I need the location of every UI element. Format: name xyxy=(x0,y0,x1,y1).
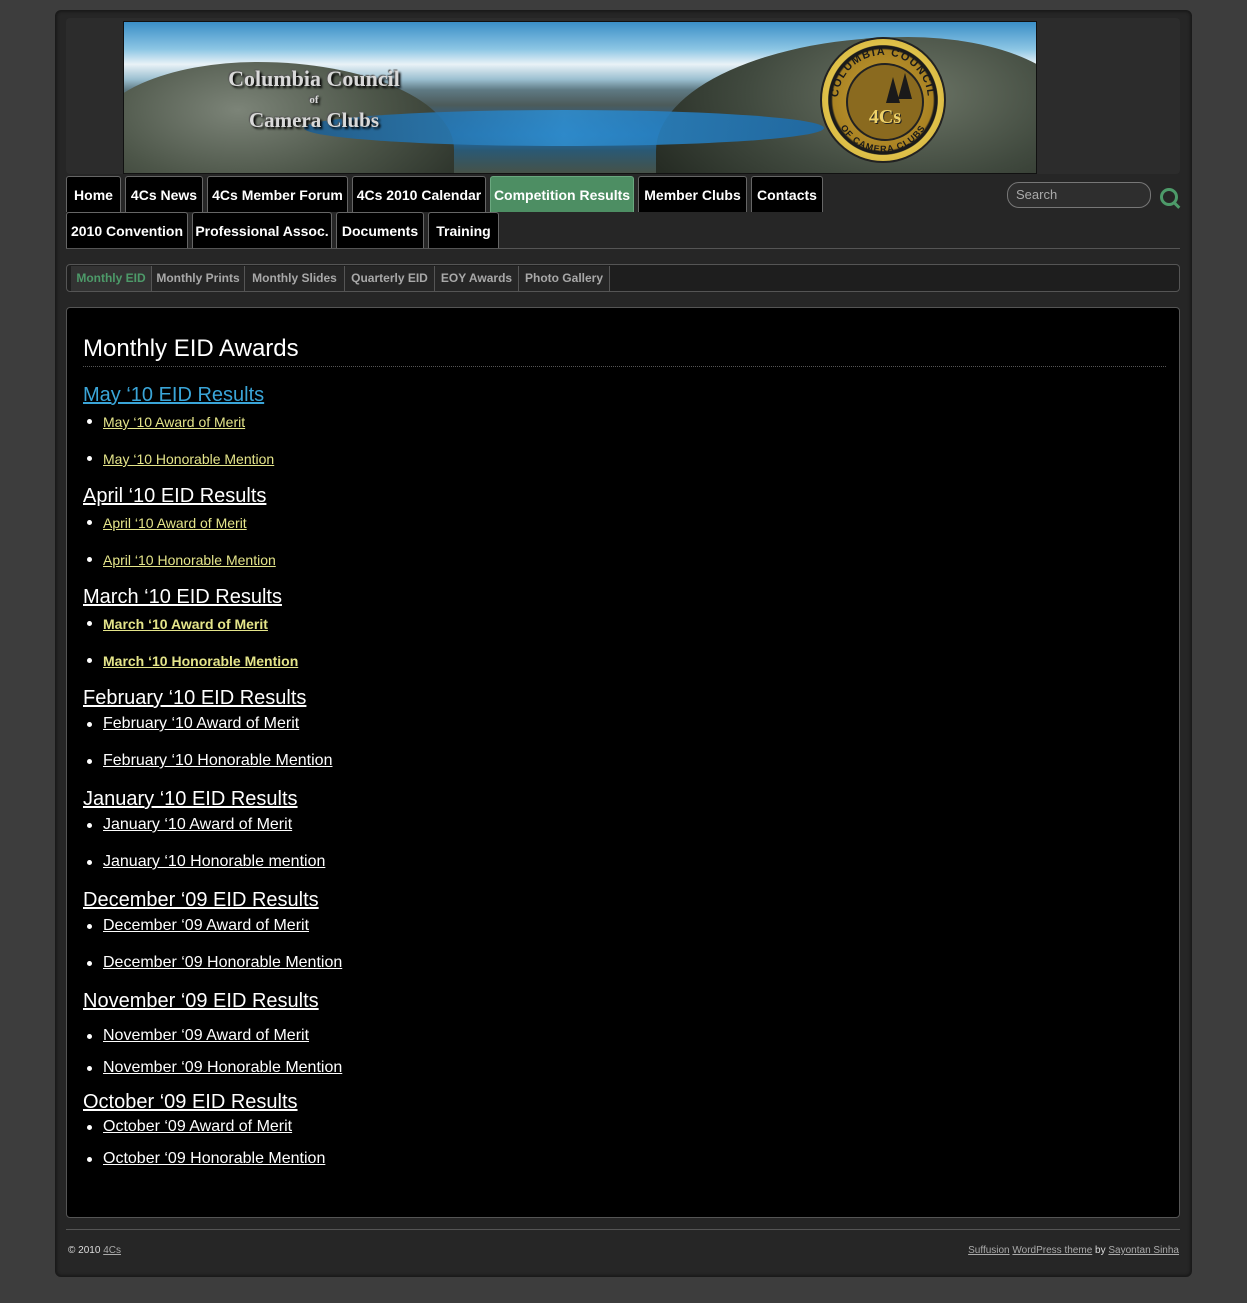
bullet-icon xyxy=(87,722,92,727)
link-april-10-award-of-merit[interactable]: April ‘10 Award of Merit xyxy=(103,515,247,531)
nav-member-clubs[interactable]: Member Clubs xyxy=(638,176,747,212)
subnav-eoy-awards[interactable]: EOY Awards xyxy=(435,266,519,291)
logo-text: 4Cs xyxy=(868,106,902,128)
club-logo: COLUMBIA COUNCIL OF CAMERA CLUBS 4Cs xyxy=(820,37,946,163)
link-may-10-honorable-mention[interactable]: May ‘10 Honorable Mention xyxy=(103,451,274,467)
banner-title-line3: Camera Clubs xyxy=(248,108,380,132)
link-january-10-award-of-merit[interactable]: January ‘10 Award of Merit xyxy=(103,816,292,834)
footer-site-link[interactable]: 4Cs xyxy=(103,1245,121,1256)
link-may-10-award-of-merit[interactable]: May ‘10 Award of Merit xyxy=(103,414,245,430)
bullet-icon xyxy=(87,621,92,626)
banner-title-line2: of xyxy=(309,94,319,106)
copyright-text: © 2010 xyxy=(68,1245,101,1256)
title-divider xyxy=(83,366,1166,367)
link-march-10-award-of-merit[interactable]: March ‘10 Award of Merit xyxy=(103,616,268,632)
link-november-09-award-of-merit[interactable]: November ‘09 Award of Merit xyxy=(103,1027,309,1045)
main-content: Monthly EID Awards May ‘10 EID Results M… xyxy=(66,307,1180,1218)
section-heading-february-10[interactable]: February ‘10 EID Results xyxy=(83,687,306,710)
bullet-icon xyxy=(87,456,92,461)
link-december-09-honorable-mention[interactable]: December ‘09 Honorable Mention xyxy=(103,954,342,972)
search-input[interactable]: Search xyxy=(1007,182,1151,208)
link-november-09-honorable-mention[interactable]: November ‘09 Honorable Mention xyxy=(103,1059,342,1077)
section-heading-may-10[interactable]: May ‘10 EID Results xyxy=(83,384,264,407)
logo-center: 4Cs xyxy=(846,63,924,141)
subnav-monthly-prints[interactable]: Monthly Prints xyxy=(152,266,245,291)
bullet-icon xyxy=(87,1125,92,1130)
banner-title-line1: Columbia Council xyxy=(228,66,400,91)
footer-divider xyxy=(66,1229,1180,1230)
section-heading-march-10[interactable]: March ‘10 EID Results xyxy=(83,586,282,609)
section-heading-april-10[interactable]: April ‘10 EID Results xyxy=(83,485,266,508)
section-heading-january-10[interactable]: January ‘10 EID Results xyxy=(83,788,298,811)
section-heading-december-09[interactable]: December ‘09 EID Results xyxy=(83,889,319,912)
bullet-icon xyxy=(87,759,92,764)
bullet-icon xyxy=(87,557,92,562)
nav-competition-results[interactable]: Competition Results xyxy=(490,176,634,212)
bullet-icon xyxy=(87,823,92,828)
footer-theme-link[interactable]: Suffusion xyxy=(968,1245,1010,1256)
bullet-icon xyxy=(87,419,92,424)
bullet-icon xyxy=(87,860,92,865)
section-heading-october-09[interactable]: October ‘09 EID Results xyxy=(83,1091,298,1114)
link-february-10-award-of-merit[interactable]: February ‘10 Award of Merit xyxy=(103,715,299,733)
nav-home[interactable]: Home xyxy=(66,176,121,212)
nav-divider xyxy=(66,248,1180,249)
nav-training[interactable]: Training xyxy=(428,212,499,248)
subnav-monthly-slides[interactable]: Monthly Slides xyxy=(245,266,345,291)
subnav-monthly-eid[interactable]: Monthly EID xyxy=(71,266,152,291)
nav-4cs-news[interactable]: 4Cs News xyxy=(125,176,203,212)
section-heading-november-09[interactable]: November ‘09 EID Results xyxy=(83,990,319,1013)
bullet-icon xyxy=(87,961,92,966)
bullet-icon xyxy=(87,520,92,525)
nav-calendar[interactable]: 4Cs 2010 Calendar xyxy=(352,176,486,212)
search-icon[interactable] xyxy=(1160,188,1178,206)
banner-title: Columbia Council of Camera Clubs xyxy=(194,66,434,133)
nav-documents[interactable]: Documents xyxy=(336,212,424,248)
header-banner[interactable]: Columbia Council of Camera Clubs COLUMBI… xyxy=(123,21,1037,174)
bullet-icon xyxy=(87,1157,92,1162)
link-october-09-honorable-mention[interactable]: October ‘09 Honorable Mention xyxy=(103,1150,325,1168)
link-december-09-award-of-merit[interactable]: December ‘09 Award of Merit xyxy=(103,917,309,935)
link-february-10-honorable-mention[interactable]: February ‘10 Honorable Mention xyxy=(103,752,332,770)
link-january-10-honorable-mention[interactable]: January ‘10 Honorable mention xyxy=(103,853,325,871)
nav-2010-convention[interactable]: 2010 Convention xyxy=(66,212,188,248)
bullet-icon xyxy=(87,1034,92,1039)
footer-copyright: © 2010 4Cs xyxy=(68,1245,121,1256)
nav-member-forum[interactable]: 4Cs Member Forum xyxy=(207,176,348,212)
bullet-icon xyxy=(87,924,92,929)
tree-icon xyxy=(898,73,912,99)
footer-author-link[interactable]: Sayontan Sinha xyxy=(1108,1245,1179,1256)
nav-professional-assoc[interactable]: Professional Assoc. xyxy=(192,212,332,248)
link-march-10-honorable-mention[interactable]: March ‘10 Honorable Mention xyxy=(103,653,298,669)
page-title: Monthly EID Awards xyxy=(83,335,299,362)
sub-navigation: Monthly EID Monthly Prints Monthly Slide… xyxy=(66,264,1180,292)
subnav-quarterly-eid[interactable]: Quarterly EID xyxy=(345,266,435,291)
bullet-icon xyxy=(87,1066,92,1071)
footer-theme-text[interactable]: WordPress theme xyxy=(1012,1245,1092,1256)
footer-credits: Suffusion WordPress theme by Sayontan Si… xyxy=(968,1245,1179,1256)
subnav-photo-gallery[interactable]: Photo Gallery xyxy=(519,266,610,291)
link-april-10-honorable-mention[interactable]: April ‘10 Honorable Mention xyxy=(103,552,276,568)
link-october-09-award-of-merit[interactable]: October ‘09 Award of Merit xyxy=(103,1118,292,1136)
bullet-icon xyxy=(87,658,92,663)
footer-by-text: by xyxy=(1095,1245,1106,1256)
nav-contacts[interactable]: Contacts xyxy=(751,176,823,212)
